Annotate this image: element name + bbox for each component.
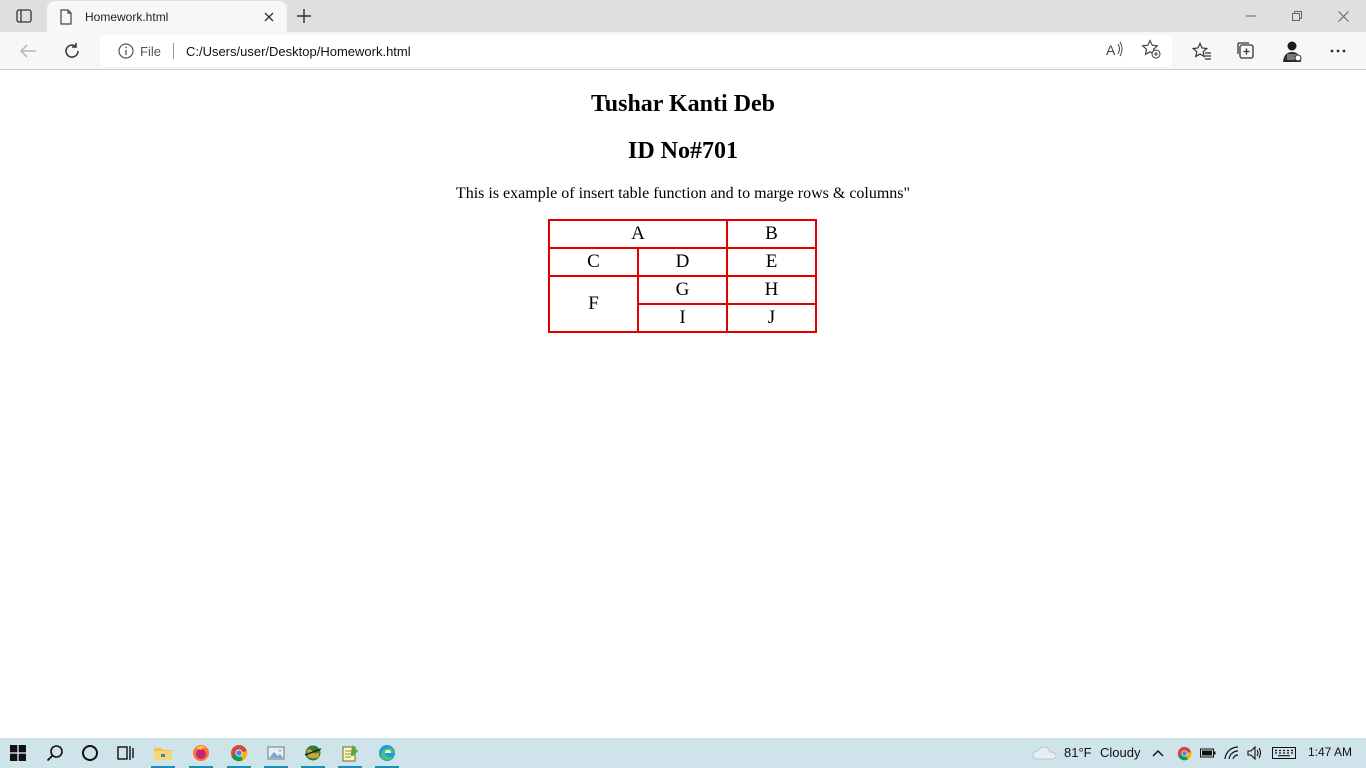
read-aloud-button[interactable]: A [1104, 38, 1126, 60]
svg-text:A: A [1106, 42, 1116, 57]
table-row: F G H [548, 275, 817, 333]
add-favorite-button[interactable] [1140, 38, 1162, 60]
keyboard-icon [1272, 747, 1296, 759]
address-scheme: File [140, 43, 161, 59]
table-cell-h: H [726, 275, 817, 305]
search-button[interactable] [40, 741, 70, 765]
close-icon [264, 12, 274, 21]
minimize-icon [1246, 15, 1256, 17]
chevron-up-icon [1152, 750, 1164, 757]
chrome-icon [231, 745, 248, 762]
photo-viewer-button[interactable] [261, 741, 291, 768]
add-favorite-icon [1141, 39, 1161, 59]
cloud-icon [1032, 746, 1057, 760]
volume-icon [1247, 746, 1262, 760]
address-divider [172, 43, 174, 59]
refresh-icon [65, 43, 79, 58]
start-button[interactable] [3, 741, 33, 765]
back-button[interactable] [14, 37, 42, 65]
notepad-icon [342, 745, 358, 762]
more-icon [1330, 49, 1346, 53]
close-icon [1337, 10, 1349, 22]
favorites-button[interactable] [1188, 37, 1216, 65]
tab-close-button[interactable] [261, 9, 277, 25]
chrome-tray-button[interactable] [1172, 741, 1196, 765]
tab-homework[interactable]: Homework.html [47, 1, 287, 32]
merged-table: A B C D E F G H I J [548, 219, 817, 333]
edge-icon [379, 745, 395, 761]
battery-button[interactable] [1196, 741, 1220, 765]
read-aloud-icon: A [1106, 41, 1123, 57]
page-content: Tushar Kanti Deb ID No#701 This is examp… [0, 71, 1366, 738]
tab-title: Homework.html [85, 9, 169, 24]
page-heading-id: ID No#701 [627, 138, 738, 164]
page-description: This is example of insert table function… [455, 185, 911, 202]
profile-avatar[interactable] [1278, 37, 1306, 65]
volume-button[interactable] [1243, 741, 1267, 765]
table-row: A B [548, 219, 817, 249]
cortana-icon [82, 745, 98, 761]
task-view-button[interactable] [111, 741, 141, 765]
back-arrow-icon [19, 44, 36, 58]
address-url[interactable]: C:/Users/user/Desktop/Homework.html [186, 44, 411, 59]
firefox-icon [193, 745, 209, 761]
windows-start-icon [10, 745, 26, 761]
clock-time[interactable]: 1:47 AM [1308, 745, 1352, 759]
table-cell-b: B [726, 219, 817, 249]
minimize-button[interactable] [1228, 0, 1274, 32]
globe-app-button[interactable] [298, 741, 328, 768]
cortana-button[interactable] [75, 741, 105, 765]
table-cell-i: I [637, 303, 728, 333]
globe-app-icon [304, 745, 322, 761]
weather-widget[interactable] [1030, 741, 1060, 765]
chrome-tray-icon [1177, 746, 1191, 760]
table-cell-f: F [548, 275, 639, 333]
notepad-button[interactable] [335, 741, 365, 768]
taskbar: 81°F Cloudy 1:47 AM [0, 738, 1366, 768]
profile-avatar-icon [1283, 41, 1302, 62]
table-cell-e: E [726, 247, 817, 277]
battery-icon [1200, 748, 1216, 758]
show-hidden-icons-button[interactable] [1146, 741, 1170, 765]
wifi-icon [1224, 746, 1239, 760]
new-tab-button[interactable] [292, 4, 316, 28]
photo-viewer-icon [267, 746, 285, 760]
wifi-button[interactable] [1220, 741, 1244, 765]
table-cell-d: D [637, 247, 728, 277]
collections-icon [1237, 42, 1254, 59]
tab-strip: Homework.html [0, 0, 1366, 32]
task-view-icon [117, 746, 134, 760]
table-cell-j: J [726, 303, 817, 333]
firefox-button[interactable] [186, 741, 216, 768]
weather-temperature[interactable]: 81°F [1064, 745, 1092, 760]
tab-actions-icon [16, 9, 32, 23]
plus-icon [297, 9, 311, 23]
edge-button[interactable] [372, 741, 402, 768]
tab-actions-button[interactable] [10, 6, 38, 26]
close-window-button[interactable] [1320, 0, 1366, 32]
weather-condition[interactable]: Cloudy [1100, 745, 1140, 760]
page-heading-name: Tushar Kanti Deb [590, 91, 776, 117]
chrome-button[interactable] [224, 741, 254, 768]
file-explorer-button[interactable] [148, 741, 178, 768]
keyboard-button[interactable] [1270, 741, 1298, 765]
table-row: C D E [548, 247, 817, 277]
favorites-icon [1192, 42, 1211, 60]
restore-button[interactable] [1274, 0, 1320, 32]
file-explorer-icon [154, 748, 172, 760]
table-cell-a: A [548, 219, 728, 249]
more-button[interactable] [1324, 37, 1352, 65]
table-cell-g: G [637, 275, 728, 305]
browser-toolbar: File C:/Users/user/Desktop/Homework.html… [0, 32, 1366, 70]
info-icon[interactable] [118, 43, 134, 59]
refresh-button[interactable] [58, 37, 86, 65]
collections-button[interactable] [1232, 37, 1260, 65]
search-icon [46, 745, 63, 762]
address-bar[interactable]: File C:/Users/user/Desktop/Homework.html [100, 35, 1172, 67]
table-cell-c: C [548, 247, 639, 277]
restore-icon [1292, 11, 1302, 21]
page-icon [60, 8, 72, 25]
